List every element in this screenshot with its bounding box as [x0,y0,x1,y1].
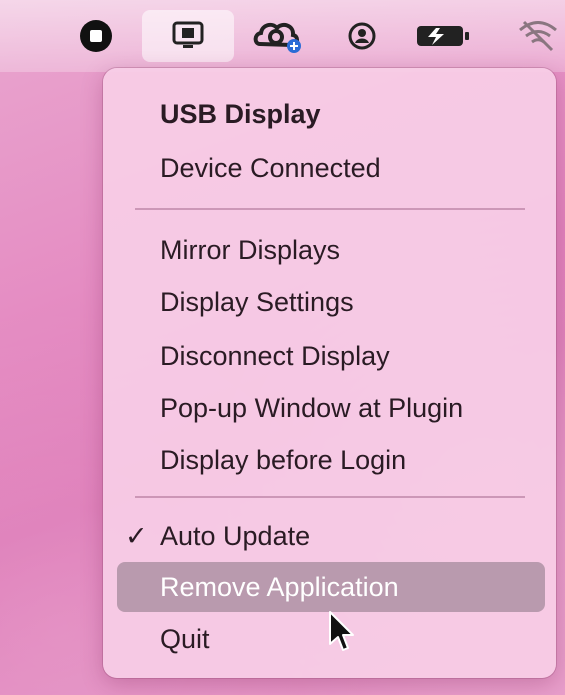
usb-display-menu-button[interactable] [142,10,234,62]
wifi-button[interactable] [510,10,565,62]
mouse-pointer-icon [329,611,354,651]
menu-item-mirror-displays[interactable]: Mirror Displays [160,232,340,268]
stop-button[interactable] [72,10,120,62]
menu-item-quit[interactable]: Quit [160,621,210,657]
menu-bar [0,0,565,72]
menu-item-display-before-login[interactable]: Display before Login [160,442,406,478]
usb-display-icon [172,21,204,48]
menu-separator [135,496,525,498]
battery-icon [417,26,469,46]
menu-item-remove-application[interactable]: Remove Application [160,569,399,605]
battery-status-button[interactable] [408,10,480,62]
menu-item-popup-window-at-plugin[interactable]: Pop-up Window at Plugin [160,390,463,426]
user-icon [348,22,376,50]
menu-title: USB Display [160,99,321,129]
menu-item-auto-update[interactable]: Auto Update [160,518,310,554]
usb-display-menu: USB Display Device Connected Mirror Disp… [103,68,556,678]
creative-cloud-icon [253,22,301,53]
user-account-button[interactable] [336,10,388,62]
menu-item-disconnect-display[interactable]: Disconnect Display [160,338,390,374]
stop-icon [80,20,112,52]
checkmark-icon: ✓ [125,521,148,551]
device-status-text: Device Connected [160,153,381,183]
creative-cloud-button[interactable] [244,10,314,62]
menu-separator [135,208,525,210]
wifi-off-icon [518,20,557,52]
menu-item-display-settings[interactable]: Display Settings [160,284,354,320]
